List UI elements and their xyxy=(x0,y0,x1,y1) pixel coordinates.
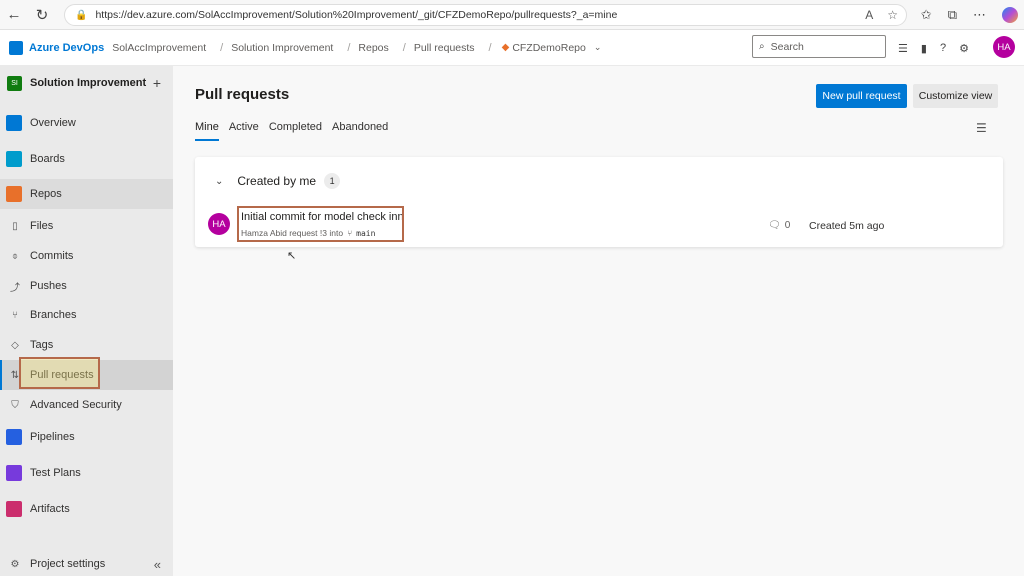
test-plans-icon xyxy=(6,465,22,481)
shield-icon: ⛉ xyxy=(11,399,19,411)
sidebar-item-branches[interactable]: ⑂ Branches xyxy=(0,300,173,330)
sidebar: SI Solution Improvement + Overview Board… xyxy=(0,66,173,576)
sidebar-item-label: Overview xyxy=(30,117,76,129)
mouse-cursor-icon: ↖ xyxy=(287,250,297,262)
branch-icon: ⑂ xyxy=(12,309,18,321)
tab-active[interactable]: Active xyxy=(229,121,259,141)
breadcrumb-pull-requests[interactable]: Pull requests xyxy=(414,42,475,54)
sidebar-item-label: Test Plans xyxy=(30,467,81,479)
new-pull-request-button[interactable]: New pull request xyxy=(816,84,907,108)
sidebar-item-repos[interactable]: Repos xyxy=(0,179,173,209)
azure-devops-logo-icon[interactable] xyxy=(9,40,23,55)
file-icon: ▯ xyxy=(12,220,18,232)
chevron-down-icon[interactable]: ⌄ xyxy=(594,42,602,53)
boards-icon xyxy=(6,151,22,167)
help-icon[interactable]: ? xyxy=(940,42,946,54)
ado-header: Azure DevOps SolAccImprovement / Solutio… xyxy=(0,30,1024,66)
sidebar-item-label: Branches xyxy=(30,309,77,321)
breadcrumb-repo-selector[interactable]: CFZDemoRepo xyxy=(512,42,586,54)
comment-count-value: 0 xyxy=(784,220,791,231)
sidebar-item-label: Commits xyxy=(30,250,74,262)
copilot-icon[interactable] xyxy=(1002,7,1018,23)
breadcrumb-org[interactable]: SolAccImprovement xyxy=(112,42,206,54)
read-aloud-icon[interactable]: A xyxy=(865,8,873,22)
search-icon: ⌕ xyxy=(759,41,765,52)
breadcrumb-project[interactable]: Solution Improvement xyxy=(231,42,333,54)
sidebar-item-label: Files xyxy=(30,220,54,232)
sidebar-item-label: Boards xyxy=(30,153,65,165)
marketplace-icon[interactable]: ▮ xyxy=(921,42,927,55)
lock-icon: 🔒 xyxy=(75,9,88,21)
artifacts-icon xyxy=(6,501,22,517)
sidebar-item-artifacts[interactable]: Artifacts xyxy=(0,494,173,524)
push-icon: ⤴ xyxy=(10,282,20,294)
brand-link[interactable]: Azure DevOps xyxy=(29,42,104,54)
sidebar-item-boards[interactable]: Boards xyxy=(0,144,173,174)
tab-completed[interactable]: Completed xyxy=(269,121,322,141)
count-badge: 1 xyxy=(324,173,341,189)
refresh-icon[interactable]: ↻ xyxy=(28,0,56,30)
sidebar-item-label: Pipelines xyxy=(30,431,75,443)
avatar[interactable]: HA xyxy=(993,36,1015,58)
favorites-icon[interactable]: ✩ xyxy=(921,7,932,23)
search-input[interactable]: ⌕ Search xyxy=(752,35,886,58)
collections-icon[interactable]: ⧉ xyxy=(948,7,957,23)
settings-label: Project settings xyxy=(30,558,106,570)
user-settings-icon[interactable]: ⚙ xyxy=(959,42,969,55)
sidebar-item-pipelines[interactable]: Pipelines xyxy=(0,422,173,452)
created-time: Created 5m ago xyxy=(809,220,885,232)
task-list-icon[interactable]: ☰ xyxy=(898,42,908,55)
url-text: https://dev.azure.com/SolAccImprovement/… xyxy=(95,9,618,21)
tab-abandoned[interactable]: Abandoned xyxy=(332,121,388,141)
pr-highlight-annotation xyxy=(237,206,404,242)
group-header[interactable]: ⌄ Created by me 1 xyxy=(215,173,341,189)
more-menu-icon[interactable]: ⋯ xyxy=(973,7,986,23)
avatar: HA xyxy=(208,213,230,235)
customize-view-button[interactable]: Customize view xyxy=(913,84,998,108)
highlight-annotation xyxy=(19,357,100,389)
pr-tabs: Mine Active Completed Abandoned xyxy=(195,121,388,141)
sidebar-item-label: Pushes xyxy=(30,280,67,292)
sidebar-item-advanced-security[interactable]: ⛉ Advanced Security xyxy=(0,390,173,420)
project-selector[interactable]: SI Solution Improvement xyxy=(0,66,173,100)
project-name: Solution Improvement xyxy=(30,77,147,89)
sidebar-item-label: Artifacts xyxy=(30,503,70,515)
comment-count: 🗨 0 xyxy=(768,220,790,231)
main-content: Pull requests New pull request Customize… xyxy=(173,66,1024,576)
breadcrumb-repos[interactable]: Repos xyxy=(358,42,388,54)
repo-diamond-icon: ◆ xyxy=(501,42,510,53)
overview-icon xyxy=(6,115,22,131)
tag-icon: ◇ xyxy=(11,339,19,351)
tab-mine[interactable]: Mine xyxy=(195,121,219,141)
collapse-sidebar-icon[interactable]: « xyxy=(154,557,161,572)
sidebar-item-label: Repos xyxy=(30,188,62,200)
address-bar[interactable]: 🔒 https://dev.azure.com/SolAccImprovemen… xyxy=(64,4,907,26)
comment-icon: 🗨 xyxy=(768,220,781,231)
sidebar-item-pushes[interactable]: ⤴ Pushes xyxy=(0,271,173,301)
filter-icon[interactable]: ☰ xyxy=(976,121,987,135)
chevron-down-icon[interactable]: ⌄ xyxy=(215,176,223,187)
add-icon[interactable]: + xyxy=(153,75,161,91)
sidebar-item-overview[interactable]: Overview xyxy=(0,108,173,138)
gear-icon: ⚙ xyxy=(10,558,20,570)
page-title: Pull requests xyxy=(195,86,290,103)
pipelines-icon xyxy=(6,429,22,445)
back-arrow-icon[interactable]: ← xyxy=(0,0,28,30)
group-label: Created by me xyxy=(237,174,317,188)
sidebar-item-label: Advanced Security xyxy=(30,399,122,411)
pr-group-card: ⌄ Created by me 1 HA Initial commit for … xyxy=(195,157,1003,247)
sidebar-item-tags[interactable]: ◇ Tags xyxy=(0,330,173,360)
browser-toolbar: ← ↻ 🔒 https://dev.azure.com/SolAccImprov… xyxy=(0,0,1024,30)
project-settings-link[interactable]: ⚙ Project settings « xyxy=(0,552,173,576)
favorite-star-icon[interactable]: ☆ xyxy=(887,8,898,22)
sidebar-item-files[interactable]: ▯ Files xyxy=(0,211,173,241)
commit-icon: ⌽ xyxy=(12,250,18,262)
search-placeholder: Search xyxy=(770,40,804,53)
sidebar-item-commits[interactable]: ⌽ Commits xyxy=(0,241,173,271)
sidebar-item-label: Tags xyxy=(30,339,54,351)
repos-icon xyxy=(6,186,22,202)
project-badge: SI xyxy=(7,75,22,91)
sidebar-item-test-plans[interactable]: Test Plans xyxy=(0,458,173,488)
pr-author-avatar: HA xyxy=(208,213,230,235)
